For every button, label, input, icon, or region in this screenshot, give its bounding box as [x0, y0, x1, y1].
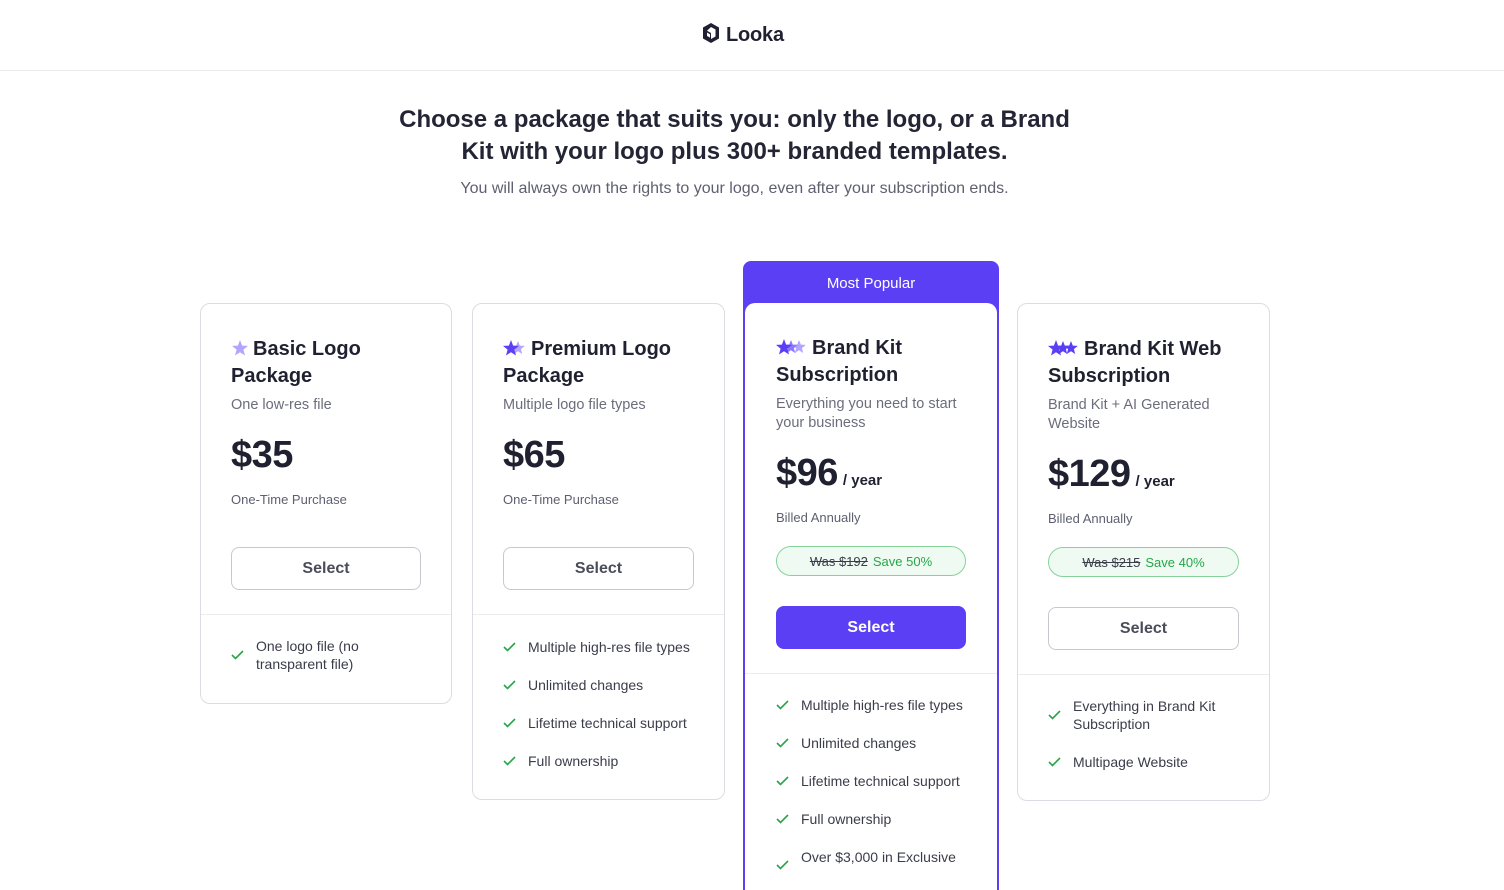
card-divider [201, 614, 451, 615]
headline-line-2: Kit with your logo plus 300+ branded tem… [461, 138, 1008, 165]
plan-billing: Billed Annually [1048, 511, 1133, 526]
plan-card-basic-logo: Basic Logo Package One low-res file $35 … [200, 303, 452, 704]
top-header: Looka [0, 0, 1504, 71]
check-icon [1048, 710, 1061, 720]
brand-name: Looka [726, 23, 784, 46]
one-star-icon [231, 339, 249, 364]
plan-title: Brand Kit Subscription [776, 337, 902, 386]
plan-card-brand-kit: Brand Kit Subscription Everything you ne… [745, 303, 997, 883]
feature-item: Multipage Website [1048, 753, 1188, 771]
two-stars-icon [503, 339, 527, 364]
feature-item: Unlimited changes [776, 734, 916, 752]
savings-badge: Was $215 Save 40% [1048, 547, 1239, 577]
plan-price-row: $65 [503, 434, 565, 477]
plan-price: $35 [231, 434, 293, 476]
looka-logo-icon [701, 22, 721, 49]
plan-tagline: Everything you need to start your busine… [776, 396, 957, 431]
feature-item: Unlimited changes [503, 676, 643, 694]
savings-badge: Was $192 Save 50% [776, 546, 966, 576]
plan-card-brand-kit-web: Brand Kit Web Subscription Brand Kit + A… [1017, 303, 1270, 801]
three-stars-icon [1048, 339, 1080, 364]
feature-item: Everything in Brand Kit Subscription [1048, 697, 1215, 733]
page-headline: Choose a package that suits you: only th… [352, 104, 1117, 168]
plan-price-row: $129 / year [1048, 453, 1175, 496]
plan-price-row: $35 [231, 434, 293, 477]
plan-period: / year [1135, 473, 1175, 490]
check-icon [776, 738, 789, 748]
plan-price-row: $96 / year [776, 452, 882, 495]
page-subheadline: You will always own the rights to your l… [460, 180, 1009, 197]
select-button-premium-logo[interactable]: Select [503, 547, 694, 590]
check-icon [231, 650, 244, 660]
headline-line-1: Choose a package that suits you: only th… [399, 106, 1070, 133]
select-button-brand-kit[interactable]: Select [776, 606, 966, 649]
check-icon [776, 700, 789, 710]
check-icon [503, 642, 516, 652]
check-icon [1048, 757, 1061, 767]
plan-period: / year [842, 472, 883, 489]
card-divider [473, 614, 724, 615]
check-icon [776, 776, 789, 786]
feature-item: Full ownership [776, 810, 891, 828]
select-button-brand-kit-web[interactable]: Select [1048, 607, 1239, 650]
feature-item: Multiple high-res file types [776, 696, 963, 714]
brand-logo[interactable]: Looka [701, 22, 784, 48]
select-button-basic-logo[interactable]: Select [231, 547, 421, 590]
plan-price: $65 [503, 434, 565, 476]
plan-tagline: Brand Kit + AI Generated Website [1048, 397, 1210, 432]
three-stars-icon [776, 338, 808, 363]
plan-billing: Billed Annually [776, 510, 861, 525]
feature-item: Full ownership [503, 752, 618, 770]
plan-title: Premium Logo Package [503, 338, 672, 387]
check-icon [503, 718, 516, 728]
feature-item: Over $3,000 in Exclusive [776, 848, 956, 870]
feature-item: One logo file (no transparent file) [231, 637, 359, 673]
check-icon [503, 756, 516, 766]
feature-item: Lifetime technical support [503, 714, 687, 732]
plan-billing: One-Time Purchase [231, 492, 347, 507]
feature-item: Lifetime technical support [776, 772, 960, 790]
check-icon [503, 680, 516, 690]
plan-tagline: One low-res file [231, 397, 332, 413]
plan-billing: One-Time Purchase [503, 492, 619, 507]
plan-title: Brand Kit Web Subscription [1048, 338, 1222, 387]
plan-card-premium-logo: Premium Logo Package Multiple logo file … [472, 303, 725, 800]
plan-price: $129 [1048, 453, 1131, 495]
card-divider [1018, 674, 1269, 675]
plan-title: Basic Logo Package [231, 338, 361, 387]
feature-item: Multiple high-res file types [503, 638, 690, 656]
card-divider [745, 673, 997, 674]
plan-tagline: Multiple logo file types [503, 397, 646, 413]
check-icon [776, 814, 789, 824]
plan-price: $96 [776, 452, 838, 494]
